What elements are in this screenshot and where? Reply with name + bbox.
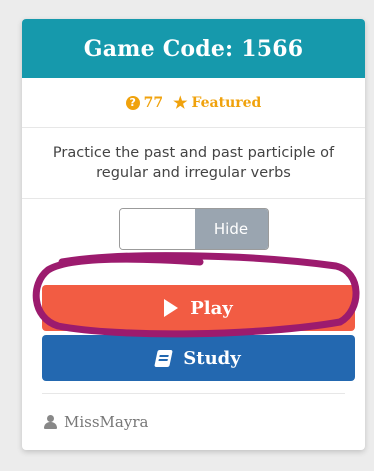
book-icon (154, 349, 174, 367)
divider (42, 393, 345, 394)
plays-count: ? 77 (125, 94, 164, 111)
game-code-title: Game Code: 1566 (22, 19, 365, 78)
question-circle-icon: ? (125, 95, 140, 110)
play-icon (164, 299, 179, 317)
featured-badge: ★ Featured (173, 92, 262, 112)
count-value: 77 (143, 94, 164, 111)
featured-label: Featured (191, 94, 262, 111)
game-card: Game Code: 1566 ? 77 ★ Featured Practice… (22, 19, 365, 450)
toggle-row: Hide (22, 199, 365, 259)
hide-toggle[interactable]: Hide (118, 208, 269, 250)
play-button[interactable]: Play (42, 285, 355, 331)
game-meta: ? 77 ★ Featured (22, 78, 365, 128)
user-icon (44, 415, 57, 429)
toggle-off-segment[interactable] (119, 209, 195, 249)
author-name: MissMayra (64, 413, 149, 431)
play-label: Play (190, 297, 233, 319)
study-label: Study (183, 347, 241, 369)
study-button[interactable]: Study (42, 335, 355, 381)
author[interactable]: MissMayra (44, 413, 148, 431)
star-icon: ★ (173, 92, 188, 112)
game-description: Practice the past and past participle of… (22, 128, 365, 199)
toggle-hide-label[interactable]: Hide (194, 209, 268, 249)
